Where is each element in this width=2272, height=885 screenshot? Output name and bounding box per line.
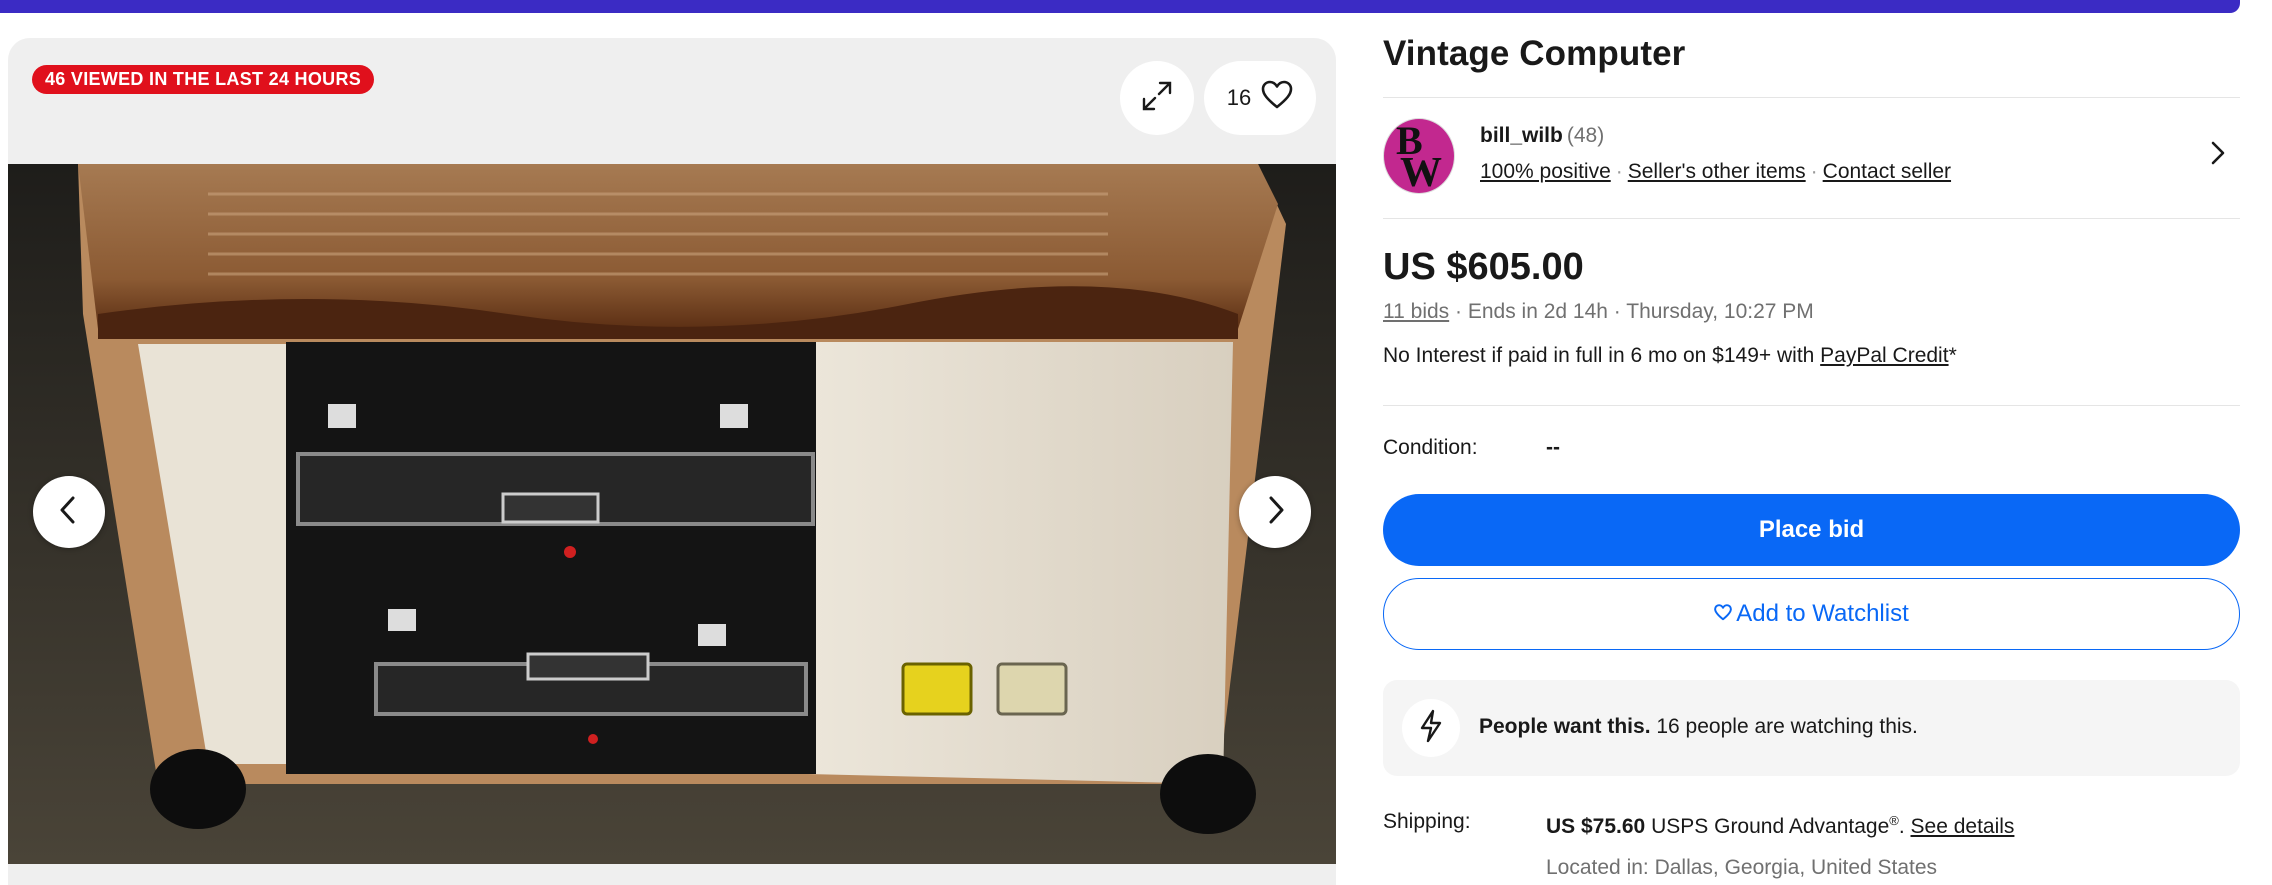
ends-in: Ends in 2d 14h bbox=[1467, 300, 1608, 323]
place-bid-button[interactable]: Place bid bbox=[1383, 494, 2240, 566]
urgency-signal-box: People want this. 16 people are watching… bbox=[1383, 680, 2240, 776]
bid-info-line: 11 bids · Ends in 2d 14h · Thursday, 10:… bbox=[1383, 300, 1814, 324]
bolt-icon-circle bbox=[1402, 699, 1460, 757]
people-watching: 16 people are watching this. bbox=[1650, 715, 1918, 738]
listing-title: Vintage Computer bbox=[1383, 34, 1686, 73]
watch-heart-button[interactable]: 16 bbox=[1204, 61, 1316, 135]
listing-details-panel: Vintage Computer B W bill_wilb (48) 100% … bbox=[1383, 0, 2240, 885]
registered-mark: ® bbox=[1889, 813, 1899, 828]
condition-label: Condition: bbox=[1383, 436, 1478, 459]
avatar-letter: W bbox=[1400, 150, 1442, 194]
main-product-image[interactable] bbox=[8, 164, 1336, 864]
credit-suffix: * bbox=[1948, 344, 1957, 367]
heart-icon bbox=[1261, 80, 1293, 116]
previous-image-button[interactable] bbox=[33, 476, 105, 548]
expand-image-button[interactable] bbox=[1120, 61, 1194, 135]
paypal-credit-line: No Interest if paid in full in 6 mo on $… bbox=[1383, 344, 1957, 368]
separator-dot: · bbox=[1615, 160, 1623, 183]
shipping-service: USPS Ground Advantage bbox=[1645, 815, 1890, 838]
seller-name[interactable]: bill_wilb bbox=[1480, 124, 1563, 147]
positive-feedback-link[interactable]: 100% positive bbox=[1480, 160, 1611, 183]
divider bbox=[1383, 218, 2240, 219]
viewed-badge: 46 VIEWED IN THE LAST 24 HOURS bbox=[32, 65, 375, 94]
current-price: US $605.00 bbox=[1383, 246, 1584, 288]
see-details-link[interactable]: See details bbox=[1911, 815, 2015, 838]
heart-icon bbox=[1714, 600, 1733, 628]
lightning-bolt-icon bbox=[1419, 709, 1443, 748]
separator-dot: · bbox=[1607, 300, 1627, 323]
divider bbox=[1383, 405, 2240, 406]
chevron-right-icon bbox=[1263, 495, 1287, 530]
chevron-left-icon bbox=[57, 495, 81, 530]
divider bbox=[1383, 97, 2240, 98]
contact-seller-link[interactable]: Contact seller bbox=[1823, 160, 1951, 183]
seller-links: 100% positive · Seller's other items · Conta… bbox=[1480, 160, 1951, 184]
expand-icon bbox=[1140, 79, 1174, 118]
people-want-bold: People want this. bbox=[1479, 715, 1651, 738]
seller-feedback-count: (48) bbox=[1566, 124, 1605, 147]
place-bid-label: Place bid bbox=[1758, 516, 1865, 543]
credit-text: No Interest if paid in full in 6 mo on $… bbox=[1383, 344, 1821, 367]
add-to-watchlist-label: Add to Watchlist bbox=[1736, 600, 1909, 627]
separator-dot: · bbox=[1449, 300, 1468, 323]
seller-other-items-link[interactable]: Seller's other items bbox=[1628, 160, 1806, 183]
shipping-period: . bbox=[1898, 815, 1911, 838]
bids-link[interactable]: 11 bids bbox=[1383, 300, 1449, 323]
paypal-credit-link[interactable]: PayPal Credit bbox=[1820, 344, 1948, 367]
seller-avatar[interactable]: B W bbox=[1383, 118, 1455, 194]
shipping-line: US $75.60 USPS Ground Advantage®. See de… bbox=[1546, 813, 2014, 839]
end-time: Thursday, 10:27 PM bbox=[1626, 300, 1814, 323]
add-to-watchlist-button[interactable]: Add to Watchlist bbox=[1383, 578, 2240, 650]
condition-value: -- bbox=[1546, 436, 1560, 459]
seller-name-line: bill_wilb (48) bbox=[1480, 124, 1604, 148]
image-gallery: 46 VIEWED IN THE LAST 24 HOURS 16 bbox=[8, 38, 1336, 885]
shipping-price: US $75.60 bbox=[1546, 815, 1646, 838]
people-want-text: People want this. 16 people are watching… bbox=[1479, 715, 1918, 739]
watch-count: 16 bbox=[1226, 85, 1252, 110]
shipping-label: Shipping: bbox=[1383, 810, 1471, 833]
separator-dot: · bbox=[1810, 160, 1818, 183]
chevron-right-icon[interactable] bbox=[2210, 140, 2226, 171]
seller-card[interactable]: B W bill_wilb (48) 100% positive · Seller's… bbox=[1383, 118, 2240, 200]
next-image-button[interactable] bbox=[1239, 476, 1311, 548]
item-location: Located in: Dallas, Georgia, United Stat… bbox=[1546, 856, 1938, 879]
